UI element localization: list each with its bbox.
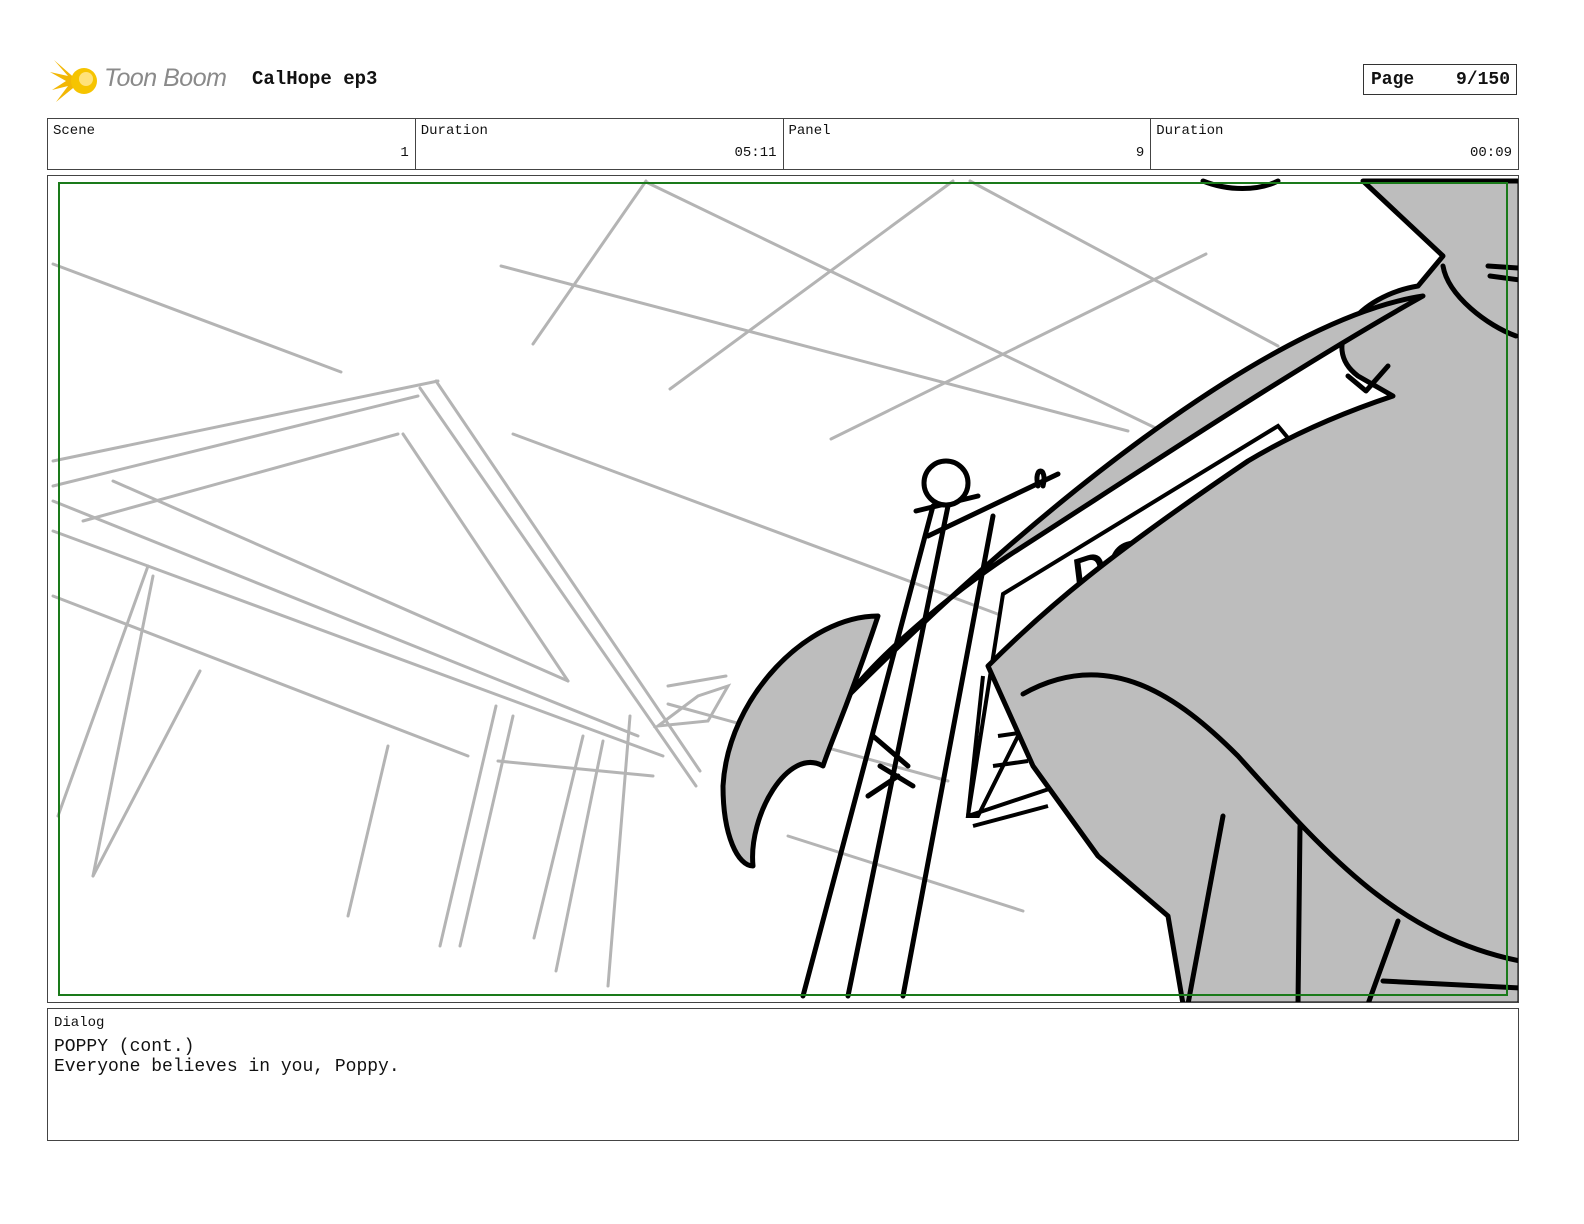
- panel-duration-cell: Duration 00:09: [1151, 119, 1518, 169]
- panel-duration-value: 00:09: [1469, 145, 1512, 161]
- panel-duration-label: Duration: [1156, 123, 1224, 139]
- dialog-speaker: POPPY (cont.): [54, 1037, 195, 1057]
- scene-cell: Scene 1: [48, 119, 416, 169]
- toon-boom-logo: Toon Boom: [50, 56, 240, 106]
- logo-text: Toon Boom: [104, 64, 227, 92]
- scene-duration-cell: Duration 05:11: [416, 119, 784, 169]
- panel-cell: Panel 9: [784, 119, 1152, 169]
- sun-burst-icon: [50, 60, 97, 102]
- panel-label: Panel: [788, 123, 831, 139]
- panel-info-row: Scene 1 Duration 05:11 Panel 9 Duration …: [47, 118, 1519, 170]
- scene-label: Scene: [53, 123, 96, 139]
- storyboard-panel-image: POPPY: [47, 175, 1519, 1003]
- character-silhouette: [720, 178, 1518, 1002]
- dialog-label: Dialog: [54, 1015, 105, 1031]
- project-title: CalHope ep3: [252, 68, 378, 90]
- scene-value: 1: [400, 145, 409, 161]
- dialog-text: Everyone believes in you, Poppy.: [54, 1057, 400, 1077]
- page-label: Page: [1371, 70, 1415, 90]
- panel-drawing: POPPY: [51, 178, 1518, 1002]
- page-number: 9/150: [1455, 70, 1510, 90]
- page-indicator: Page 9/150: [1363, 64, 1517, 95]
- scene-duration-label: Duration: [420, 123, 488, 139]
- panel-value: 9: [1135, 145, 1145, 161]
- scene-duration-value: 05:11: [734, 145, 777, 161]
- dialog-box: Dialog POPPY (cont.) Everyone believes i…: [47, 1008, 1519, 1141]
